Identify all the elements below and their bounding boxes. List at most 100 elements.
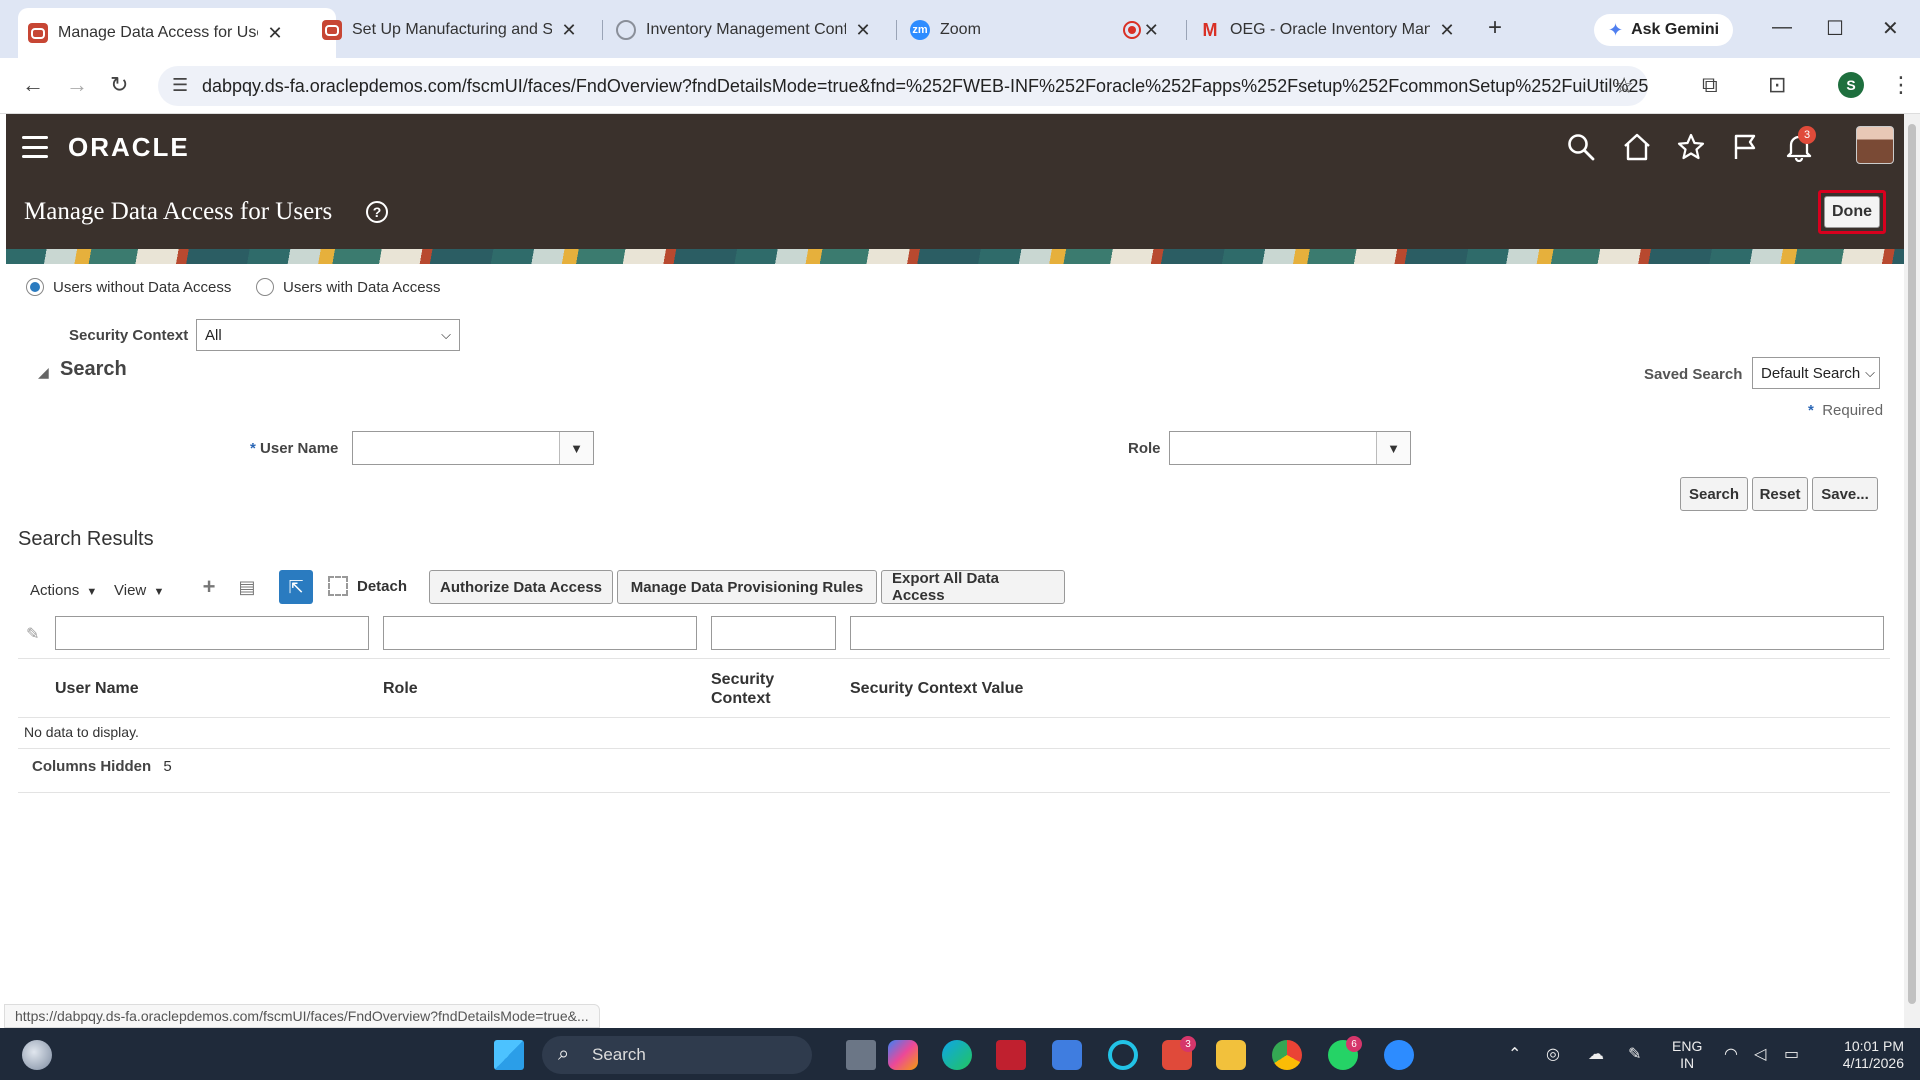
required-note: * Required: [1808, 402, 1883, 419]
weather-icon[interactable]: [22, 1040, 52, 1070]
divider: [18, 792, 1890, 793]
tray-sync-icon[interactable]: ◎: [1546, 1044, 1560, 1064]
user-avatar[interactable]: [1856, 126, 1894, 164]
tray-chevron-up-icon[interactable]: ⌃: [1508, 1044, 1521, 1064]
alexa-icon[interactable]: [1108, 1040, 1138, 1070]
save-search-button[interactable]: Save...: [1812, 477, 1878, 511]
task-view-icon[interactable]: [846, 1040, 876, 1070]
view-menu-label: View: [114, 582, 147, 599]
search-icon[interactable]: [1566, 132, 1596, 162]
hamburger-menu-icon[interactable]: [22, 136, 48, 158]
language-code: ENG: [1672, 1038, 1703, 1054]
oracle-header: ORACLE 3 Manage Data Access for Users ? …: [6, 114, 1904, 264]
authorize-data-access-button[interactable]: Authorize Data Access: [429, 570, 613, 604]
taskbar-clock[interactable]: 10:01 PM 4/11/2026: [1820, 1038, 1904, 1072]
chevron-down-icon: ⌵: [1865, 365, 1875, 380]
tab-inventory-management-config[interactable]: Inventory Management Config ✕: [606, 10, 896, 50]
dropdown-arrow-icon[interactable]: ▼: [559, 432, 593, 464]
actions-menu[interactable]: Actions ▼: [30, 582, 97, 599]
required-asterisk: *: [1808, 402, 1814, 419]
close-icon[interactable]: ✕: [854, 20, 872, 41]
volume-icon[interactable]: ◁: [1754, 1044, 1766, 1064]
wifi-icon[interactable]: ◠: [1724, 1044, 1738, 1064]
ask-gemini-label: Ask Gemini: [1631, 21, 1720, 38]
minimize-icon[interactable]: —: [1772, 16, 1792, 39]
close-icon[interactable]: ✕: [1438, 20, 1456, 41]
flag-icon[interactable]: [1730, 132, 1760, 162]
security-context-select[interactable]: All ⌵: [196, 319, 460, 351]
detach-button[interactable]: Detach: [328, 576, 407, 596]
add-icon[interactable]: +: [196, 574, 222, 600]
column-header-security-context-value[interactable]: Security Context Value: [850, 680, 1023, 698]
security-context-value-filter-input[interactable]: [850, 616, 1884, 650]
reload-icon[interactable]: ↻: [110, 72, 128, 98]
tab-search-icon[interactable]: ⊡: [1768, 72, 1786, 98]
favorites-star-icon[interactable]: [1676, 132, 1706, 162]
role-combobox[interactable]: ▼: [1169, 431, 1411, 465]
ask-gemini-button[interactable]: ✦ Ask Gemini: [1594, 14, 1734, 46]
site-settings-icon[interactable]: ☰: [172, 75, 188, 96]
security-context-label: Security Context: [69, 327, 189, 344]
view-menu[interactable]: View ▼: [114, 582, 164, 599]
close-icon[interactable]: ✕: [560, 20, 578, 41]
tab-set-up-manufacturing[interactable]: Set Up Manufacturing and Sup ✕: [312, 10, 602, 50]
columns-icon[interactable]: ▤: [234, 574, 260, 600]
radio-selected-icon: [26, 278, 44, 296]
tab-label: Zoom: [940, 21, 981, 38]
onedrive-icon[interactable]: ☁: [1588, 1044, 1604, 1064]
maximize-icon[interactable]: ☐: [1826, 16, 1844, 41]
battery-icon[interactable]: ▭: [1784, 1044, 1799, 1064]
column-header-security-context[interactable]: Security Context: [711, 670, 774, 708]
close-icon[interactable]: ✕: [1143, 20, 1161, 41]
saved-search-select[interactable]: Default Search ⌵: [1752, 357, 1880, 389]
manage-data-provisioning-rules-button[interactable]: Manage Data Provisioning Rules: [617, 570, 877, 604]
store-icon[interactable]: [1052, 1040, 1082, 1070]
done-button[interactable]: Done: [1824, 196, 1880, 228]
column-header-user-name[interactable]: User Name: [55, 680, 139, 698]
kebab-menu-icon[interactable]: ⋮: [1890, 72, 1912, 98]
new-tab-icon[interactable]: +: [1488, 14, 1502, 42]
column-header-line: Security: [711, 671, 775, 688]
file-explorer-icon[interactable]: [1216, 1040, 1246, 1070]
mcafee-icon[interactable]: [996, 1040, 1026, 1070]
security-context-filter-input[interactable]: [711, 616, 836, 650]
edge-icon[interactable]: [942, 1040, 972, 1070]
tab-oeg-oracle-inventory[interactable]: M OEG - Oracle Inventory Manag ✕: [1190, 10, 1470, 50]
url-field[interactable]: ☰ dabpqy.ds-fa.oraclepdemos.com/fscmUI/f…: [158, 66, 1648, 106]
oracle-logo[interactable]: ORACLE: [68, 132, 190, 163]
pen-icon[interactable]: ✎: [1628, 1044, 1641, 1064]
page-scrollbar[interactable]: [1904, 114, 1920, 1028]
home-icon[interactable]: [1622, 132, 1652, 162]
bookmark-star-icon[interactable]: ☆: [1614, 73, 1634, 99]
copilot-icon[interactable]: [888, 1040, 918, 1070]
tab-label: OEG - Oracle Inventory Manag: [1230, 21, 1430, 38]
zoom-icon[interactable]: [1384, 1040, 1414, 1070]
extensions-icon[interactable]: ⧉: [1702, 72, 1718, 98]
windows-start-icon[interactable]: [494, 1040, 524, 1070]
scrollbar-thumb[interactable]: [1908, 124, 1916, 1004]
back-arrow-icon[interactable]: ←: [22, 72, 44, 98]
user-name-filter-input[interactable]: [55, 616, 369, 650]
chrome-icon[interactable]: [1272, 1040, 1302, 1070]
reset-button[interactable]: Reset: [1752, 477, 1808, 511]
radio-users-without-data-access[interactable]: Users without Data Access: [26, 278, 231, 296]
window-close-icon[interactable]: ✕: [1882, 16, 1899, 41]
security-context-value: All: [205, 326, 222, 344]
close-icon[interactable]: ✕: [266, 23, 284, 44]
radio-users-with-data-access[interactable]: Users with Data Access: [256, 278, 441, 296]
taskbar-search[interactable]: ⌕ Search: [542, 1036, 812, 1074]
collapse-triangle-icon[interactable]: ◢: [38, 364, 49, 381]
export-all-data-access-button[interactable]: Export All Data Access: [881, 570, 1065, 604]
tab-manage-data-access[interactable]: Manage Data Access for Users ✕: [18, 8, 336, 58]
search-button[interactable]: Search: [1680, 477, 1748, 511]
user-name-combobox[interactable]: ▼: [352, 431, 594, 465]
language-indicator[interactable]: ENG IN: [1672, 1038, 1702, 1072]
profile-avatar[interactable]: S: [1838, 72, 1864, 98]
role-filter-input[interactable]: [383, 616, 697, 650]
forward-arrow-icon[interactable]: →: [66, 72, 88, 98]
dropdown-arrow-icon[interactable]: ▼: [1376, 432, 1410, 464]
freeze-icon[interactable]: ⇱: [279, 570, 313, 604]
required-note-text: Required: [1822, 402, 1884, 419]
help-icon[interactable]: ?: [366, 201, 388, 223]
column-header-role[interactable]: Role: [383, 680, 418, 698]
